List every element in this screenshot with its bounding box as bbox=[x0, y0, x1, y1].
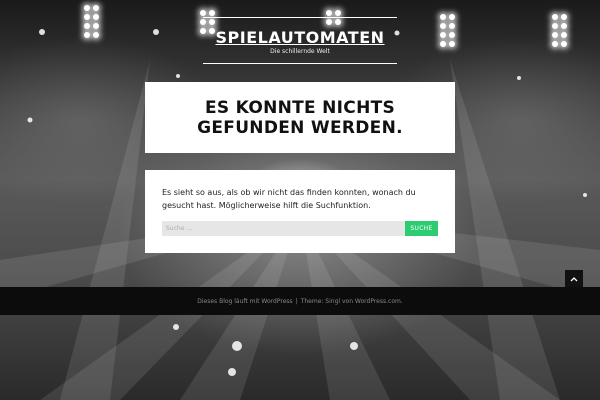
wordpress-credit-link[interactable]: Dieses Blog läuft mit WordPress bbox=[197, 298, 292, 305]
site-title-link[interactable]: SPIELAUTOMATEN bbox=[203, 28, 397, 47]
stage-light-array bbox=[552, 14, 567, 47]
stage-light-array bbox=[440, 14, 455, 47]
chevron-up-icon bbox=[570, 277, 578, 282]
content-card: Es sieht so aus, als ob wir nicht das fi… bbox=[145, 170, 455, 253]
not-found-message: Es sieht so aus, als ob wir nicht das fi… bbox=[162, 188, 416, 210]
theme-credit-link[interactable]: Theme: Singl von WordPress.com. bbox=[301, 298, 403, 305]
site-header: SPIELAUTOMATEN Die schillernde Welt bbox=[203, 17, 397, 64]
site-footer: Dieses Blog läuft mit WordPress | Theme:… bbox=[0, 287, 600, 315]
page-header-card: ES KONNTE NICHTS GEFUNDEN WERDEN. bbox=[145, 82, 455, 153]
search-button[interactable]: SUCHE bbox=[405, 221, 438, 236]
back-to-top-button[interactable] bbox=[565, 270, 583, 288]
search-input[interactable] bbox=[162, 221, 405, 236]
footer-separator: | bbox=[295, 297, 298, 305]
page-title: ES KONNTE NICHTS GEFUNDEN WERDEN. bbox=[197, 97, 403, 138]
site-description: Die schillernde Welt bbox=[270, 48, 330, 55]
search-form: SUCHE bbox=[162, 221, 438, 236]
stage-light-array bbox=[84, 5, 99, 38]
